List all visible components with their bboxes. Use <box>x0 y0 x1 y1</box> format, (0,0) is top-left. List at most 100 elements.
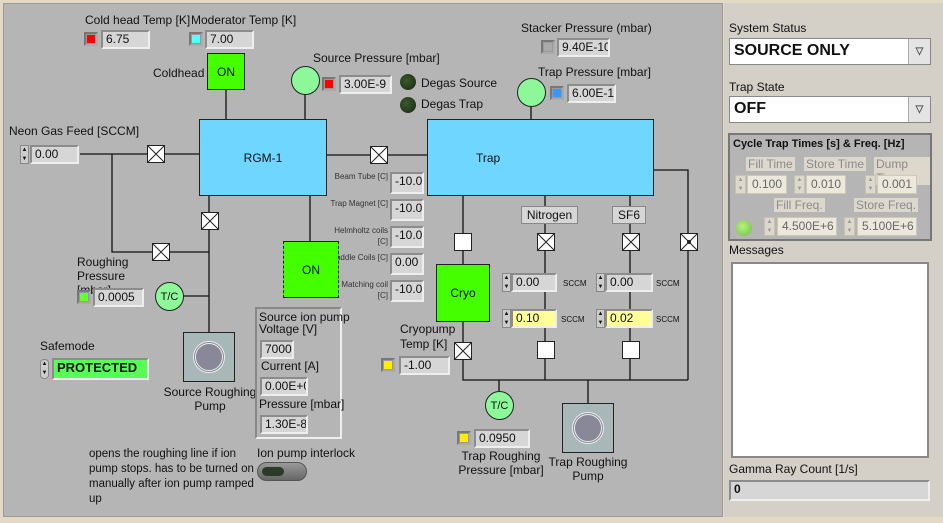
sf6-lower-valve[interactable] <box>622 341 640 359</box>
degas-trap-label: Degas Trap <box>421 97 484 111</box>
rgm-trap-valve[interactable] <box>370 146 388 164</box>
sf6-spinner[interactable]: ▲ ▼ <box>596 273 605 292</box>
store-time-label: Store Time <box>804 157 867 171</box>
gamma-count-field: 0 <box>729 480 930 501</box>
cryo-temp-label: Cryopump Temp [K] <box>400 322 456 351</box>
trap-roughing-label: Trap Roughing Pressure [mbar] <box>458 449 544 477</box>
trap-roughing-field: 0.0950 <box>474 429 530 448</box>
trap-chamber: Trap <box>427 119 654 196</box>
nitrogen-unit: SCCM <box>561 315 585 324</box>
sf6-unit: SCCM <box>656 315 680 324</box>
system-status-label: System Status <box>729 21 807 35</box>
trap-pressure-field: 6.00E-10 <box>567 84 616 103</box>
source-pressure-led <box>322 77 336 91</box>
ion-pump-toggle[interactable]: ON <box>283 241 339 298</box>
neon-valve[interactable] <box>147 145 165 163</box>
sf6-valve[interactable] <box>622 233 640 251</box>
coldhead-temp-field: 6.75 <box>101 30 150 49</box>
nitrogen-button[interactable]: Nitrogen <box>521 206 578 224</box>
sf6-actual-field: 0.02 <box>605 309 653 328</box>
trap-pressure-label: Trap Pressure [mbar] <box>538 65 651 79</box>
degas-source-led[interactable] <box>400 74 416 90</box>
voltage-field: 7000 <box>260 340 294 359</box>
store-freq-label: Store Freq. <box>854 198 919 212</box>
trap-state-label: Trap State <box>729 80 785 94</box>
current-label: Current [A] <box>261 359 320 373</box>
nitrogen-unit: SCCM <box>563 279 587 288</box>
temp-field: -10.0 <box>390 199 424 221</box>
fill-time-input[interactable]: 0.100 <box>747 175 787 194</box>
degas-source-label: Degas Source <box>421 76 498 90</box>
nitrogen-valve[interactable] <box>537 233 555 251</box>
stacker-pressure-led <box>541 40 555 54</box>
fill-freq-input[interactable]: 4.500E+6 <box>777 217 837 236</box>
store-time-spinner[interactable]: ▲ ▼ <box>794 175 805 194</box>
trap-thermocouple-gauge: T/C <box>485 391 514 420</box>
ion-pump-interlock-switch[interactable] <box>257 462 307 481</box>
rgm-chamber: RGM-1 <box>199 119 327 196</box>
source-pressure-label: Source Pressure [mbar] <box>313 51 440 65</box>
trap-vent-valve[interactable] <box>680 233 698 251</box>
temp-field: -10.0 <box>390 280 424 302</box>
trap-state-dropdown[interactable]: OFF ▽ <box>729 96 931 123</box>
safemode-label: Safemode <box>40 339 95 353</box>
nitrogen-spinner[interactable]: ▲ ▼ <box>502 273 511 292</box>
rgm-roughing-valve[interactable] <box>201 212 219 230</box>
dump-time-spinner[interactable]: ▲ ▼ <box>865 175 876 194</box>
system-status-dropdown[interactable]: SOURCE ONLY ▽ <box>729 38 931 65</box>
nitrogen-lower-valve[interactable] <box>537 341 555 359</box>
stacker-pressure-label: Stacker Pressure (mbar) <box>521 21 652 35</box>
messages-box[interactable] <box>731 262 929 458</box>
store-freq-spinner[interactable]: ▲ ▼ <box>844 217 855 236</box>
trap-state-value: OFF <box>734 100 766 117</box>
fill-time-label: Fill Time <box>746 157 795 171</box>
sf6-button[interactable]: SF6 <box>612 206 646 224</box>
nitrogen-setpoint-input[interactable]: 0.00 <box>511 273 557 292</box>
fill-freq-label: Fill Freq. <box>774 198 825 212</box>
voltage-label: Voltage [V] <box>259 322 318 336</box>
moderator-temp-led <box>189 32 203 46</box>
store-time-input[interactable]: 0.010 <box>806 175 846 194</box>
neon-feed-spinner[interactable]: ▲ ▼ <box>20 145 29 164</box>
neon-feed-input[interactable]: 0.00 <box>30 145 79 164</box>
cryo-temp-led <box>381 358 395 372</box>
trap-roughing-pump-icon[interactable] <box>562 403 614 453</box>
temp-field: 0.00 <box>390 253 424 275</box>
moderator-temp-field: 7.00 <box>205 30 254 49</box>
stacker-pressure-field: 9.40E-10 <box>557 38 610 57</box>
store-freq-input[interactable]: 5.100E+6 <box>857 217 917 236</box>
moderator-temp-label: Moderator Temp [K] <box>191 13 297 27</box>
chevron-down-icon[interactable]: ▽ <box>908 39 930 64</box>
sf6-setpoint-input[interactable]: 0.00 <box>605 273 653 292</box>
neon-feed-label: Neon Gas Feed [SCCM] <box>9 124 140 138</box>
coldhead-label: Coldhead <box>153 66 205 80</box>
cycle-led <box>736 220 752 236</box>
cycle-trap-title: Cycle Trap Times [s] & Freq. [Hz] <box>733 138 905 150</box>
sf6-unit: SCCM <box>656 279 680 288</box>
safemode-field[interactable]: PROTECTED <box>52 358 149 380</box>
interlock-note: opens the roughing line if ion pump stop… <box>89 448 254 505</box>
cycle-trap-frame: Cycle Trap Times [s] & Freq. [Hz] Fill T… <box>728 133 932 241</box>
current-field: 0.00E+0 <box>260 377 308 396</box>
coldhead-toggle[interactable]: ON <box>207 53 245 90</box>
fill-freq-spinner[interactable]: ▲ ▼ <box>764 217 775 236</box>
chevron-down-icon[interactable]: ▽ <box>908 97 930 122</box>
sf6-actual-spinner[interactable]: ▲ ▼ <box>596 309 605 328</box>
source-roughing-pump-icon[interactable] <box>183 332 235 382</box>
nitrogen-actual-spinner[interactable]: ▲ ▼ <box>502 309 511 328</box>
cryo-temp-field: -1.00 <box>399 356 450 375</box>
source-gauge-icon <box>291 66 320 95</box>
trap-roughing-led <box>457 431 471 445</box>
system-status-value: SOURCE ONLY <box>734 42 850 59</box>
roughing-pressure-led <box>77 290 91 304</box>
dump-time-input[interactable]: 0.001 <box>877 175 917 194</box>
cryo-gate-valve[interactable] <box>454 233 472 251</box>
coldhead-temp-label: Cold head Temp [K] <box>85 13 191 27</box>
safemode-spinner[interactable]: ▲ ▼ <box>40 359 49 379</box>
temp-field: -10.0 <box>390 172 424 194</box>
degas-trap-led[interactable] <box>400 97 416 113</box>
fill-time-spinner[interactable]: ▲ ▼ <box>735 175 746 194</box>
cryopump[interactable]: Cryo <box>436 264 490 322</box>
interlock-label: Ion pump interlock <box>257 446 356 460</box>
source-pressure-field: 3.00E-9 <box>339 75 392 94</box>
